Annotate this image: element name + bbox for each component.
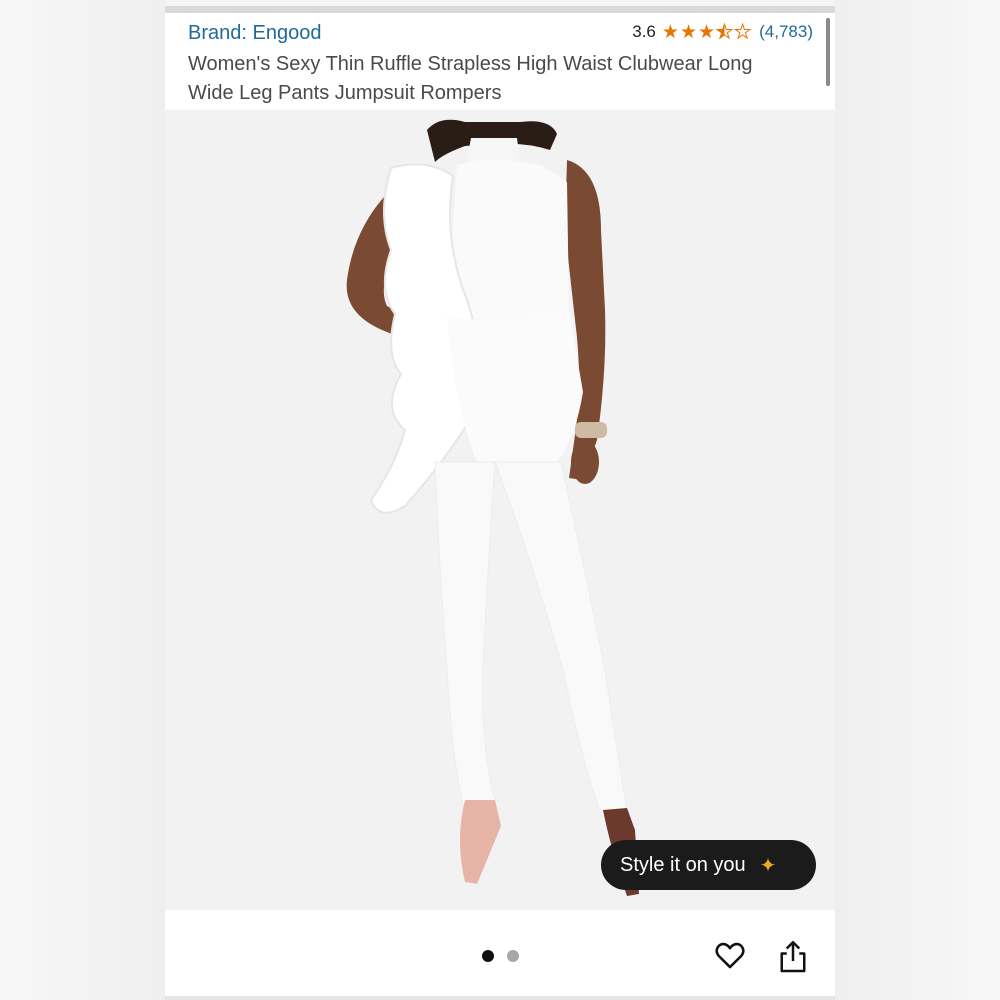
favorite-button[interactable] (713, 938, 747, 972)
jumpsuit-model-photo (346, 119, 639, 896)
carousel-dot[interactable] (507, 950, 519, 962)
carousel-dot-active[interactable] (482, 950, 494, 962)
product-title: Women's Sexy Thin Ruffle Strapless High … (188, 53, 753, 104)
scrollbar[interactable] (826, 18, 830, 86)
carousel-dots[interactable] (482, 950, 519, 962)
bottom-edge (165, 996, 835, 1000)
style-it-on-you-label: Style it on you (620, 853, 746, 876)
sparkle-icon: ✦ (759, 854, 777, 877)
product-image[interactable]: Style it on you ✦ (165, 110, 835, 910)
brand-link[interactable]: Brand: Engood (188, 22, 321, 45)
review-count-link[interactable]: (4,783) (759, 22, 813, 42)
star-rating: ★ ★ ★ ★ ★ (661, 21, 752, 43)
product-screen: Brand: Engood 3.6 ★ ★ ★ ★ ★ (4,783) Wome… (165, 6, 835, 996)
share-icon (780, 941, 806, 973)
style-it-on-you-button[interactable]: Style it on you ✦ (601, 840, 816, 890)
star-full-icon: ★ (661, 21, 679, 43)
rating-value: 3.6 (632, 22, 656, 41)
background-right (835, 0, 1000, 1000)
star-full-icon: ★ (679, 21, 697, 43)
heart-icon (715, 942, 745, 969)
star-full-icon: ★ (697, 21, 716, 43)
star-half-icon: ★ (716, 21, 734, 43)
share-button[interactable] (778, 938, 808, 974)
background-left (0, 0, 165, 1000)
star-empty-icon: ★ (734, 21, 752, 43)
top-strip (165, 6, 835, 13)
rating-summary[interactable]: 3.6 ★ ★ ★ ★ ★ (4,783) (632, 22, 813, 42)
